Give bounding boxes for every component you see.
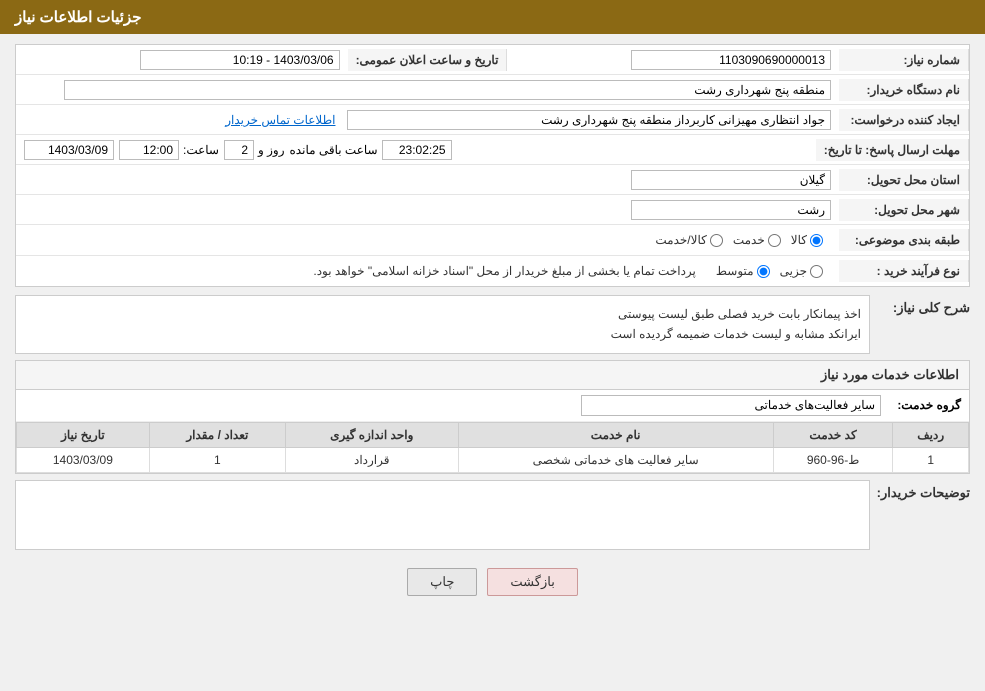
info-section: شماره نیاز: تاریخ و ساعت اعلان عمومی: نا… bbox=[15, 44, 970, 287]
city-input[interactable] bbox=[631, 200, 831, 220]
process-note: پرداخت تمام یا بخشی از مبلغ خریدار از مح… bbox=[313, 264, 696, 278]
services-table: ردیف کد خدمت نام خدمت واحد اندازه گیری ت… bbox=[16, 422, 969, 473]
deadline-remaining-label: ساعت باقی مانده bbox=[290, 143, 378, 157]
cell-code: ط-96-960 bbox=[773, 447, 893, 472]
page-wrapper: جزئیات اطلاعات نیاز شماره نیاز: تاریخ و … bbox=[0, 0, 985, 691]
announce-date-input[interactable] bbox=[140, 50, 340, 70]
main-content: شماره نیاز: تاریخ و ساعت اعلان عمومی: نا… bbox=[0, 34, 985, 616]
process-jozi-radio[interactable] bbox=[810, 265, 823, 278]
announce-date-value bbox=[16, 46, 348, 74]
deadline-date-item bbox=[24, 140, 114, 160]
services-title: اطلاعات خدمات مورد نیاز bbox=[15, 360, 970, 389]
cell-row: 1 bbox=[893, 447, 969, 472]
cell-unit: قرارداد bbox=[285, 447, 458, 472]
city-row: شهر محل تحویل: bbox=[16, 195, 969, 225]
deadline-days-input[interactable] bbox=[224, 140, 254, 160]
deadline-label: مهلت ارسال پاسخ: تا تاریخ: bbox=[816, 139, 969, 161]
creator-input[interactable] bbox=[347, 110, 831, 130]
contact-link[interactable]: اطلاعات تماس خریدار bbox=[225, 113, 335, 127]
deadline-remaining-item: ساعت باقی مانده bbox=[290, 140, 452, 160]
print-button[interactable]: چاپ bbox=[407, 568, 477, 596]
description-title: شرح کلی نیاز: bbox=[870, 295, 970, 321]
buyer-org-value bbox=[16, 76, 839, 104]
category-khedmat-label: خدمت bbox=[733, 233, 765, 247]
page-header: جزئیات اطلاعات نیاز bbox=[0, 0, 985, 34]
province-label: استان محل تحویل: bbox=[839, 169, 969, 191]
category-radio-kala[interactable]: کالا bbox=[791, 233, 823, 247]
process-motavasset-label: متوسط bbox=[716, 264, 754, 278]
deadline-time-label: ساعت: bbox=[183, 143, 219, 157]
process-row: نوع فرآیند خرید : جزیی متوسط پرداخت تمام… bbox=[16, 256, 969, 286]
need-number-label: شماره نیاز: bbox=[839, 49, 969, 71]
creator-label: ایجاد کننده درخواست: bbox=[839, 109, 969, 131]
need-number-value bbox=[507, 46, 839, 74]
deadline-row: مهلت ارسال پاسخ: تا تاریخ: ساعت: روز و bbox=[16, 135, 969, 165]
category-radio-khedmat[interactable]: خدمت bbox=[733, 233, 781, 247]
process-label: نوع فرآیند خرید : bbox=[839, 260, 969, 282]
cell-quantity: 1 bbox=[149, 447, 285, 472]
process-jozi-label: جزیی bbox=[780, 264, 807, 278]
buyer-org-input[interactable] bbox=[64, 80, 831, 100]
service-group-value bbox=[24, 395, 881, 416]
description-value: اخذ پیمانکار بابت خرید فصلی طبق لیست پیو… bbox=[15, 295, 870, 354]
buyer-org-label: نام دستگاه خریدار: bbox=[839, 79, 969, 101]
city-value bbox=[16, 196, 839, 224]
deadline-date-input[interactable] bbox=[24, 140, 114, 160]
city-label: شهر محل تحویل: bbox=[839, 199, 969, 221]
deadline-datetime: ساعت: روز و ساعت باقی مانده bbox=[16, 136, 816, 164]
deadline-time-item: ساعت: bbox=[119, 140, 219, 160]
process-radio-group: جزیی متوسط پرداخت تمام یا بخشی از مبلغ خ… bbox=[24, 260, 831, 282]
table-row: 1 ط-96-960 سایر فعالیت های خدماتی شخصی ق… bbox=[17, 447, 969, 472]
service-group-label: گروه خدمت: bbox=[881, 398, 961, 412]
back-button[interactable]: بازگشت bbox=[487, 568, 577, 596]
deadline-time-input[interactable] bbox=[119, 140, 179, 160]
deadline-day-label: روز و bbox=[258, 143, 285, 157]
notes-row: توضیحات خریدار: bbox=[15, 480, 970, 550]
col-name: نام خدمت bbox=[458, 422, 773, 447]
table-header-row: ردیف کد خدمت نام خدمت واحد اندازه گیری ت… bbox=[17, 422, 969, 447]
col-date: تاریخ نیاز bbox=[17, 422, 150, 447]
process-options: جزیی متوسط پرداخت تمام یا بخشی از مبلغ خ… bbox=[16, 256, 839, 286]
category-label: طبقه بندی موضوعی: bbox=[839, 229, 969, 251]
province-row: استان محل تحویل: bbox=[16, 165, 969, 195]
category-khedmat-radio[interactable] bbox=[768, 234, 781, 247]
services-content: گروه خدمت: ردیف کد خدمت نام خدمت واحد ان… bbox=[15, 389, 970, 474]
buyer-org-row: نام دستگاه خریدار: bbox=[16, 75, 969, 105]
category-options: کالا خدمت کالا/خدمت bbox=[16, 225, 839, 255]
buttons-row: بازگشت چاپ bbox=[15, 558, 970, 606]
notes-textarea[interactable] bbox=[15, 480, 870, 550]
notes-label: توضیحات خریدار: bbox=[870, 480, 970, 506]
page-title: جزئیات اطلاعات نیاز bbox=[15, 9, 142, 26]
category-kala-radio[interactable] bbox=[810, 234, 823, 247]
province-input[interactable] bbox=[631, 170, 831, 190]
process-motavasset-radio[interactable] bbox=[757, 265, 770, 278]
need-number-input[interactable] bbox=[631, 50, 831, 70]
need-number-row: شماره نیاز: تاریخ و ساعت اعلان عمومی: bbox=[16, 45, 969, 75]
col-code: کد خدمت bbox=[773, 422, 893, 447]
description-section: شرح کلی نیاز: اخذ پیمانکار بابت خرید فصل… bbox=[15, 295, 970, 354]
col-quantity: تعداد / مقدار bbox=[149, 422, 285, 447]
cell-date: 1403/03/09 bbox=[17, 447, 150, 472]
category-kala-khedmat-radio[interactable] bbox=[710, 234, 723, 247]
category-radio-kala-khedmat[interactable]: کالا/خدمت bbox=[655, 233, 722, 247]
service-group-row: گروه خدمت: bbox=[16, 390, 969, 422]
category-row: طبقه بندی موضوعی: کالا خدمت bbox=[16, 225, 969, 256]
process-radio-jozi[interactable]: جزیی bbox=[780, 264, 823, 278]
creator-value: اطلاعات تماس خریدار bbox=[16, 106, 839, 134]
cell-name: سایر فعالیت های خدماتی شخصی bbox=[458, 447, 773, 472]
creator-row: ایجاد کننده درخواست: اطلاعات تماس خریدار bbox=[16, 105, 969, 135]
col-row: ردیف bbox=[893, 422, 969, 447]
announce-date-label: تاریخ و ساعت اعلان عمومی: bbox=[348, 49, 508, 71]
province-value bbox=[16, 166, 839, 194]
category-kala-khedmat-label: کالا/خدمت bbox=[655, 233, 706, 247]
col-unit: واحد اندازه گیری bbox=[285, 422, 458, 447]
process-radio-motavasset[interactable]: متوسط bbox=[716, 264, 770, 278]
category-kala-label: کالا bbox=[791, 233, 807, 247]
deadline-days-item: روز و bbox=[224, 140, 285, 160]
category-radio-group: کالا خدمت کالا/خدمت bbox=[24, 229, 831, 251]
service-group-input[interactable] bbox=[581, 395, 881, 416]
deadline-remaining-input[interactable] bbox=[382, 140, 452, 160]
